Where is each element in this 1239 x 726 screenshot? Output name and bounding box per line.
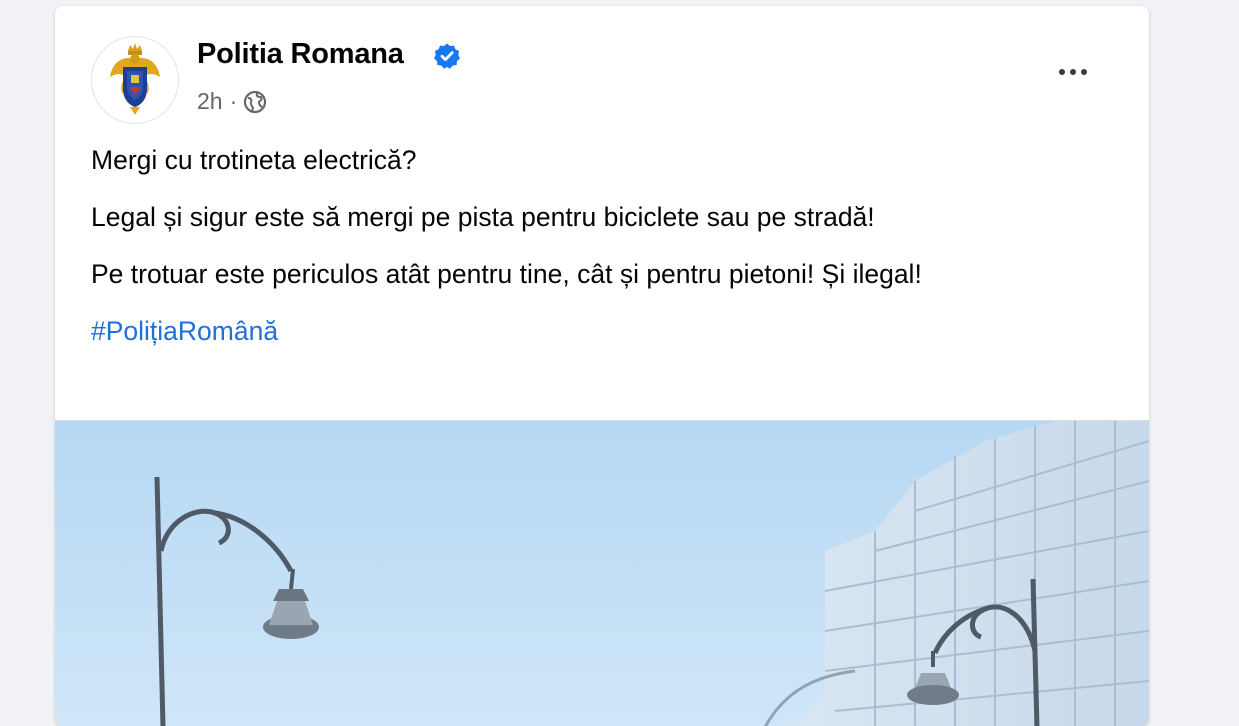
post-paragraph: Legal și sigur este să mergi pe pista pe… (91, 202, 875, 232)
page-name[interactable]: Politia Romana (197, 38, 404, 71)
post-text: Mergi cu trotineta electrică? Legal și s… (91, 140, 1101, 368)
page-avatar[interactable] (91, 36, 179, 124)
post-timestamp[interactable]: 2h (197, 88, 223, 115)
verified-badge-icon (434, 43, 460, 69)
more-options-icon (1059, 69, 1065, 75)
post-paragraph: Mergi cu trotineta electrică? (91, 145, 417, 175)
post-photo[interactable] (55, 420, 1149, 726)
feed-post: Politia Romana 2h · Mergi cu trotineta e… (55, 6, 1149, 726)
meta-separator: · (229, 88, 238, 114)
street-photo-image (55, 421, 1149, 726)
hashtag-link[interactable]: #PolițiaRomână (91, 316, 278, 346)
coat-of-arms-logo (92, 37, 178, 123)
post-meta: 2h · (197, 88, 267, 115)
post-paragraph: Pe trotuar este periculos atât pentru ti… (91, 259, 922, 289)
globe-icon[interactable] (243, 90, 267, 114)
more-options-button[interactable] (1051, 50, 1095, 94)
